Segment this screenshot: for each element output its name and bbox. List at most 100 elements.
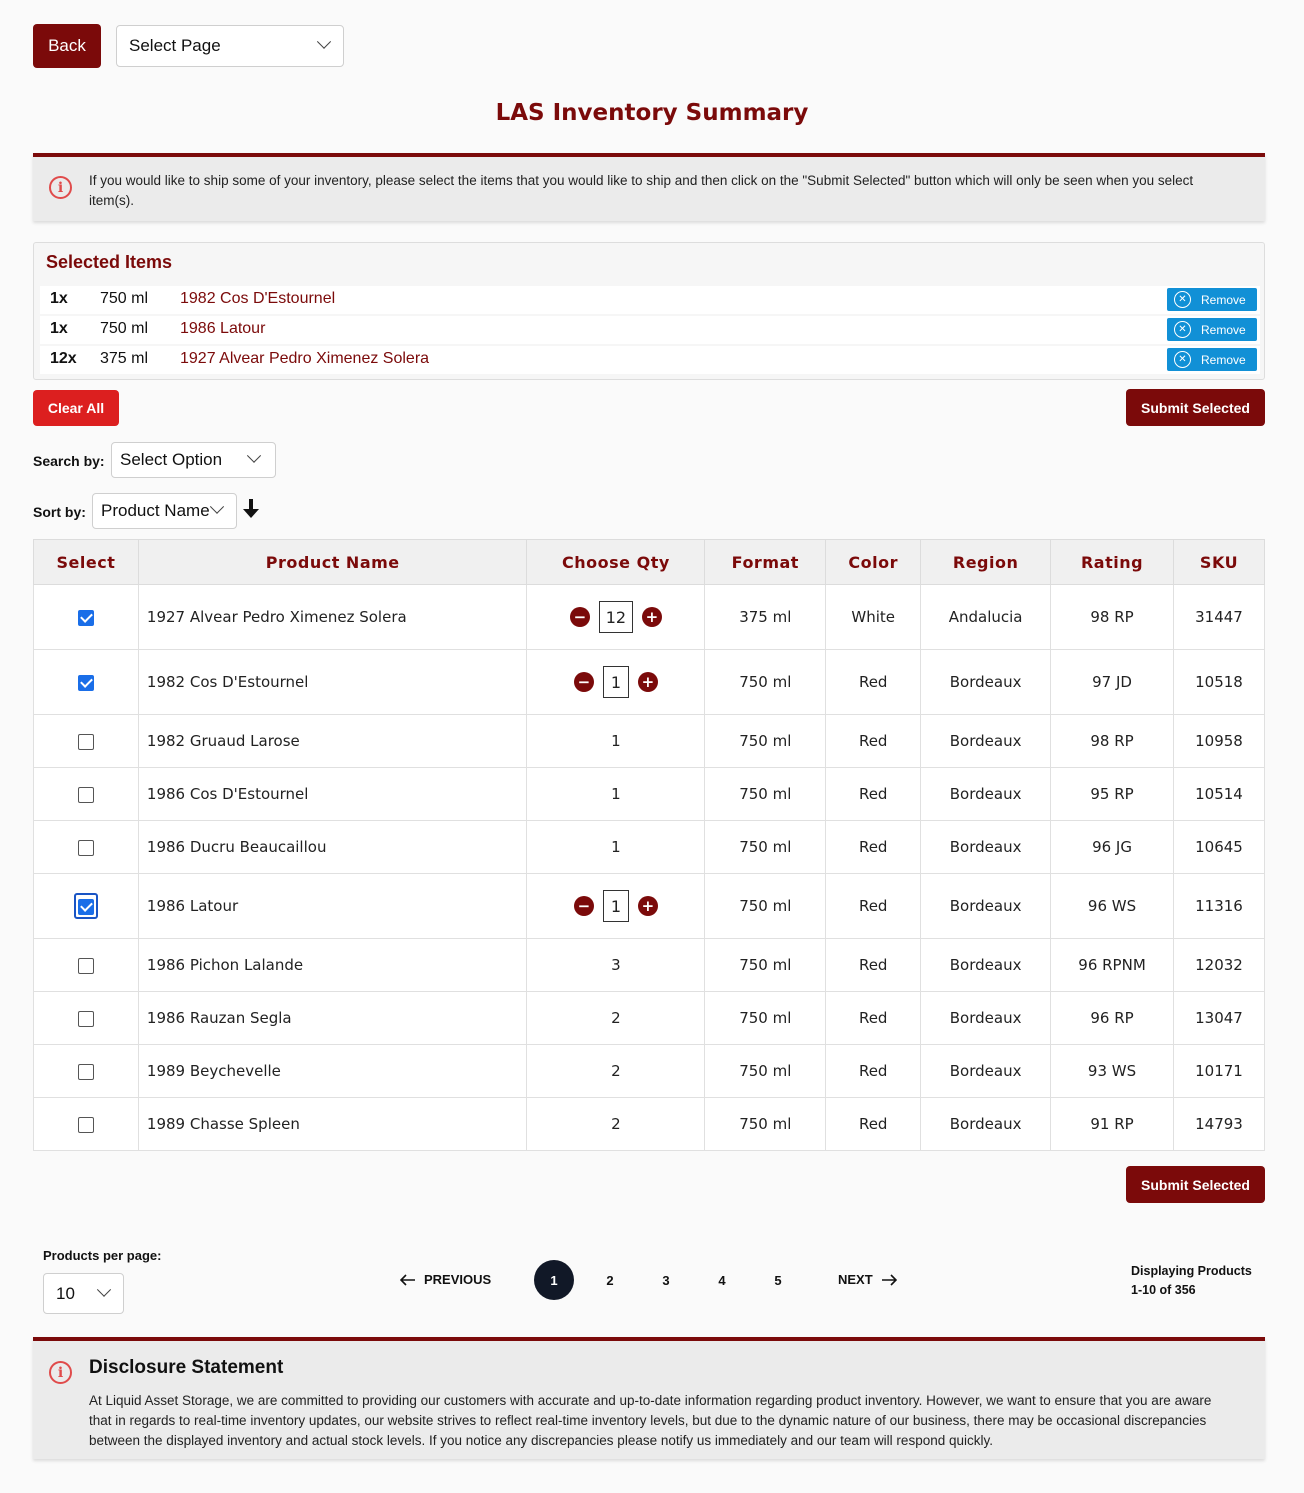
quantity-stepper: − 12 + (569, 601, 662, 633)
search-option-select[interactable]: Select Option (111, 442, 276, 478)
next-label: NEXT (838, 1272, 873, 1287)
per-page-value: 10 (56, 1283, 75, 1303)
chevron-down-icon (246, 448, 262, 463)
remove-button[interactable]: ✕ Remove (1167, 288, 1257, 311)
col-header-choose-qty: Choose Qty (526, 539, 706, 585)
table-row: 1982 Cos D'Estournel − 1 + 750 ml Red Bo… (33, 649, 1266, 715)
inventory-table: Select Product Name Choose Qty Format Co… (33, 539, 1266, 1151)
row-checkbox[interactable] (77, 1063, 94, 1080)
table-row: 1927 Alvear Pedro Ximenez Solera − 12 + … (33, 584, 1266, 650)
product-name: 1986 Ducru Beaucaillou (137, 820, 528, 874)
selected-item-qty: 1x (50, 290, 68, 307)
close-circle-icon: ✕ (1174, 321, 1191, 338)
product-name: 1989 Chasse Spleen (137, 1097, 528, 1151)
qty-cell: 3 (526, 938, 706, 992)
row-checkbox[interactable] (77, 898, 94, 915)
col-header-color[interactable]: Color (825, 539, 922, 585)
sku-cell: 14793 (1172, 1097, 1266, 1151)
col-header-sku[interactable]: SKU (1172, 539, 1266, 585)
row-checkbox[interactable] (77, 1116, 94, 1133)
search-option-value: Select Option (120, 450, 223, 469)
table-row: 1989 Beychevelle 2 750 ml Red Bordeaux 9… (33, 1044, 1266, 1098)
page-select-value: Select Page (129, 36, 221, 55)
close-circle-icon: ✕ (1174, 351, 1191, 368)
qty-input[interactable]: 1 (602, 666, 629, 698)
selected-item: 12x 375 ml 1927 Alvear Pedro Ximenez Sol… (40, 346, 1260, 374)
format-cell: 750 ml (704, 991, 827, 1045)
color-cell: Red (825, 714, 922, 768)
qty-input[interactable]: 1 (602, 890, 629, 922)
page-3-button[interactable]: 3 (646, 1260, 686, 1300)
selected-item-format: 750 ml (100, 320, 149, 337)
minus-icon[interactable]: − (573, 672, 594, 692)
row-checkbox[interactable] (77, 733, 94, 750)
region-cell: Bordeaux (920, 714, 1052, 768)
display-count-line1: Displaying Products (1131, 1264, 1252, 1278)
sku-cell: 12032 (1172, 938, 1266, 992)
remove-button[interactable]: ✕ Remove (1167, 348, 1257, 371)
minus-icon[interactable]: − (573, 896, 594, 916)
region-cell: Bordeaux (920, 1097, 1052, 1151)
page-select[interactable]: Select Page (116, 25, 344, 67)
product-name: 1982 Cos D'Estournel (137, 649, 528, 715)
next-page-button[interactable]: NEXT (838, 1272, 897, 1287)
format-cell: 750 ml (704, 1097, 827, 1151)
plus-icon[interactable]: + (637, 896, 658, 916)
arrow-down-icon[interactable] (242, 498, 260, 520)
page-title: LAS Inventory Summary (495, 100, 809, 126)
submit-selected-button-bottom[interactable]: Submit Selected (1126, 1166, 1265, 1203)
row-checkbox[interactable] (77, 609, 94, 626)
col-header-region[interactable]: Region (920, 539, 1052, 585)
page-4-button[interactable]: 4 (702, 1260, 742, 1300)
table-row: 1986 Latour − 1 + 750 ml Red Bordeaux 96… (33, 873, 1266, 939)
row-checkbox[interactable] (77, 839, 94, 856)
color-cell: Red (825, 649, 922, 715)
selected-item: 1x 750 ml 1982 Cos D'Estournel ✕ Remove (40, 286, 1260, 314)
row-checkbox[interactable] (77, 786, 94, 803)
rating-cell: 97 JD (1050, 649, 1174, 715)
remove-button[interactable]: ✕ Remove (1167, 318, 1257, 341)
rating-cell: 91 RP (1050, 1097, 1174, 1151)
format-cell: 750 ml (704, 820, 827, 874)
plus-icon[interactable]: + (637, 672, 658, 692)
page-2-button[interactable]: 2 (590, 1260, 630, 1300)
display-count-line2: 1-10 of 356 (1131, 1283, 1196, 1297)
color-cell: Red (825, 873, 922, 939)
info-alert: i If you would like to ship some of your… (33, 153, 1265, 221)
chevron-down-icon (96, 1282, 112, 1297)
color-cell: Red (825, 1097, 922, 1151)
table-row: 1986 Rauzan Segla 2 750 ml Red Bordeaux … (33, 991, 1266, 1045)
row-checkbox[interactable] (77, 1010, 94, 1027)
sku-cell: 11316 (1172, 873, 1266, 939)
sort-select[interactable]: Product Name (92, 493, 237, 529)
rating-cell: 96 JG (1050, 820, 1174, 874)
rating-cell: 96 RPNM (1050, 938, 1174, 992)
per-page-select[interactable]: 10 (43, 1273, 124, 1314)
region-cell: Bordeaux (920, 991, 1052, 1045)
row-checkbox[interactable] (77, 674, 94, 691)
minus-icon[interactable]: − (569, 607, 590, 627)
clear-all-button[interactable]: Clear All (33, 390, 119, 426)
color-cell: Red (825, 767, 922, 821)
col-header-rating[interactable]: Rating (1050, 539, 1174, 585)
sku-cell: 10514 (1172, 767, 1266, 821)
submit-selected-button[interactable]: Submit Selected (1126, 389, 1265, 426)
sku-cell: 13047 (1172, 991, 1266, 1045)
display-count: Displaying Products 1-10 of 356 (1131, 1262, 1252, 1300)
row-checkbox[interactable] (77, 957, 94, 974)
col-header-product-name[interactable]: Product Name (137, 539, 528, 585)
qty-cell: 1 (526, 767, 706, 821)
page-5-button[interactable]: 5 (758, 1260, 798, 1300)
qty-input[interactable]: 12 (598, 601, 633, 633)
plus-icon[interactable]: + (641, 607, 662, 627)
col-header-select: Select (33, 539, 139, 585)
back-button[interactable]: Back (33, 24, 101, 68)
product-name: 1986 Pichon Lalande (137, 938, 528, 992)
color-cell: Red (825, 820, 922, 874)
format-cell: 375 ml (704, 584, 827, 650)
format-cell: 750 ml (704, 873, 827, 939)
col-header-format[interactable]: Format (704, 539, 827, 585)
page-1-button[interactable]: 1 (534, 1260, 574, 1300)
previous-page-button[interactable]: PREVIOUS (400, 1272, 491, 1287)
region-cell: Bordeaux (920, 1044, 1052, 1098)
